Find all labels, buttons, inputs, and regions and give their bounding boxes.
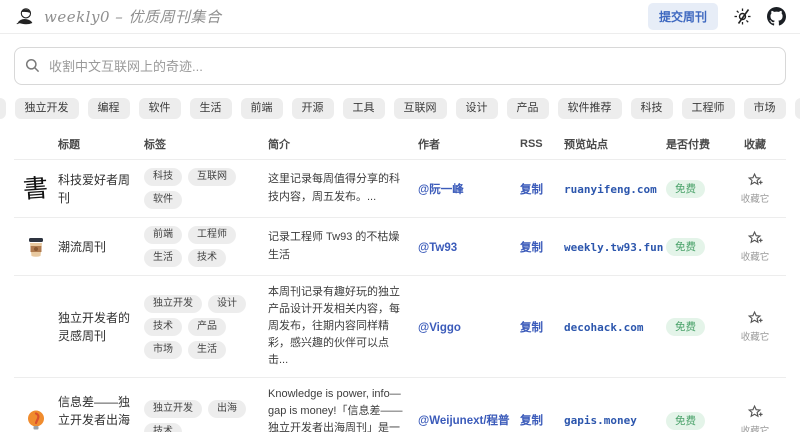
row-tag[interactable]: 出海 [208,400,246,418]
table-row: 書 科技爱好者周刊 科技 互联网 软件 这里记录每周值得分享的科技内容，周五发布… [14,159,786,217]
row-tag[interactable]: 独立开发 [144,400,202,418]
filter-tag[interactable]: 开源 [292,98,334,119]
weekly-description: 记录工程师 Tw93 的不枯燥生活 [268,229,418,263]
row-tag[interactable]: 生活 [144,249,182,267]
row-tag[interactable]: 产品 [188,318,226,336]
table-row: 潮流周刊 前端 工程师 生活 技术 记录工程师 Tw93 的不枯燥生活 @Tw9… [14,217,786,275]
filter-tag[interactable]: 市场 [744,98,786,119]
search-input[interactable] [14,47,786,85]
filter-tag[interactable]: 生活 [190,98,232,119]
col-header-fav: 收藏 [724,136,786,152]
row-tag[interactable]: 设计 [208,295,246,313]
col-header-title: 标题 [58,136,144,152]
row-tag[interactable]: 技术 [144,318,182,336]
rss-copy-link[interactable]: 复制 [520,242,543,254]
row-tag[interactable]: 技术 [188,249,226,267]
filter-tag[interactable]: 互联网 [394,98,447,119]
row-tag[interactable]: 独立开发 [144,295,202,313]
row-tag[interactable]: 市场 [144,341,182,359]
orange-bulb-logo-icon [24,408,48,432]
filter-tag[interactable]: 产品 [507,98,549,119]
filter-tag[interactable]: 编程 [88,98,130,119]
favorite-button[interactable]: 收藏它 [724,230,786,263]
rss-copy-link[interactable]: 复制 [520,322,543,334]
star-plus-icon [747,230,764,247]
filter-tag[interactable]: 软件推荐 [558,98,622,119]
weekly-title: 科技爱好者周刊 [58,171,144,207]
row-tag[interactable]: 生活 [188,341,226,359]
col-header-desc: 简介 [268,136,418,152]
row-tag[interactable]: 互联网 [188,168,236,186]
filter-tag[interactable]: 技术 [0,98,6,119]
author-link[interactable]: @阮一峰 [418,184,464,196]
weekly-title: 独立开发者的灵感周刊 [58,309,144,345]
page-title: weekly0 – 优质周刊集合 [44,6,222,27]
top-header: weekly0 – 优质周刊集合 提交周刊 [0,0,800,34]
table-row: 信息差——独立开发者出海周刊 独立开发 出海 技术 Knowledge is p… [14,377,786,432]
free-badge: 免费 [666,180,705,199]
col-header-paid: 是否付费 [666,136,724,152]
row-tag[interactable]: 前端 [144,226,182,244]
row-tag[interactable]: 工程师 [188,226,236,244]
star-plus-icon [747,172,764,189]
favorite-button[interactable]: 收藏它 [724,404,786,432]
theme-toggle-sun-icon[interactable] [734,8,751,25]
coffee-cup-icon [24,235,48,259]
filter-tag[interactable]: 软件 [139,98,181,119]
star-plus-icon [747,404,764,421]
col-header-rss: RSS [520,138,564,150]
weekly-table: 标题 标签 简介 作者 RSS 预览站点 是否付费 收藏 書 科技爱好者周刊 科… [0,129,800,432]
favorite-label: 收藏它 [741,423,770,432]
favorite-label: 收藏它 [741,191,770,205]
weekly-title: 信息差——独立开发者出海周刊 [58,393,144,432]
filter-tag[interactable]: 科技 [631,98,673,119]
shu-calligraphy-icon: 書 [23,175,50,202]
rss-copy-link[interactable]: 复制 [520,415,543,427]
search-icon [25,58,40,73]
col-header-site: 预览站点 [564,136,666,152]
free-badge: 免费 [666,412,705,431]
weekly-description: Knowledge is power, info—gap is money!「信… [268,386,418,432]
author-link[interactable]: @Weijunext/程普 [418,415,510,427]
favorite-button[interactable]: 收藏它 [724,172,786,205]
filter-tag[interactable]: 工具 [343,98,385,119]
free-badge: 免费 [666,318,705,337]
favorite-button[interactable]: 收藏它 [724,310,786,343]
rss-copy-link[interactable]: 复制 [520,184,543,196]
site-link[interactable]: weekly.tw93.fun [564,241,663,254]
filter-tag[interactable]: 设计 [456,98,498,119]
writer-logo-icon [14,6,36,28]
star-plus-icon [747,310,764,327]
row-tag[interactable]: 软件 [144,191,182,209]
table-header-row: 标题 标签 简介 作者 RSS 预览站点 是否付费 收藏 [14,129,786,159]
col-header-tags: 标签 [144,136,268,152]
filter-tag[interactable]: 工程师 [682,98,735,119]
filter-tag[interactable]: 独立开发 [15,98,79,119]
favorite-label: 收藏它 [741,249,770,263]
row-tag[interactable]: 技术 [144,423,182,432]
filter-tag[interactable]: 出海 [795,98,800,119]
filter-tags-row: 技术 独立开发 编程 软件 生活 前端 开源 工具 互联网 设计 产品 软件推荐… [0,98,800,119]
site-link[interactable]: gapis.money [564,414,637,427]
author-link[interactable]: @Viggo [418,322,461,334]
favorite-label: 收藏它 [741,329,770,343]
search-bar [14,47,786,85]
table-row: 独立开发者的灵感周刊 独立开发 设计 技术 产品 市场 生活 本周刊记录有趣好玩… [14,275,786,377]
filter-tag[interactable]: 前端 [241,98,283,119]
github-icon[interactable] [767,7,786,26]
weekly-description: 本周刊记录有趣好玩的独立产品设计开发相关内容，每周发布，往期内容同样精彩，感兴趣… [268,284,418,369]
col-header-author: 作者 [418,136,520,152]
site-link[interactable]: ruanyifeng.com [564,183,657,196]
site-link[interactable]: decohack.com [564,321,643,334]
free-badge: 免费 [666,238,705,257]
submit-weekly-button[interactable]: 提交周刊 [648,3,718,30]
author-link[interactable]: @Tw93 [418,242,457,254]
row-tag[interactable]: 科技 [144,168,182,186]
weekly-description: 这里记录每周值得分享的科技内容，周五发布。... [268,171,418,205]
weekly-title: 潮流周刊 [58,238,144,256]
